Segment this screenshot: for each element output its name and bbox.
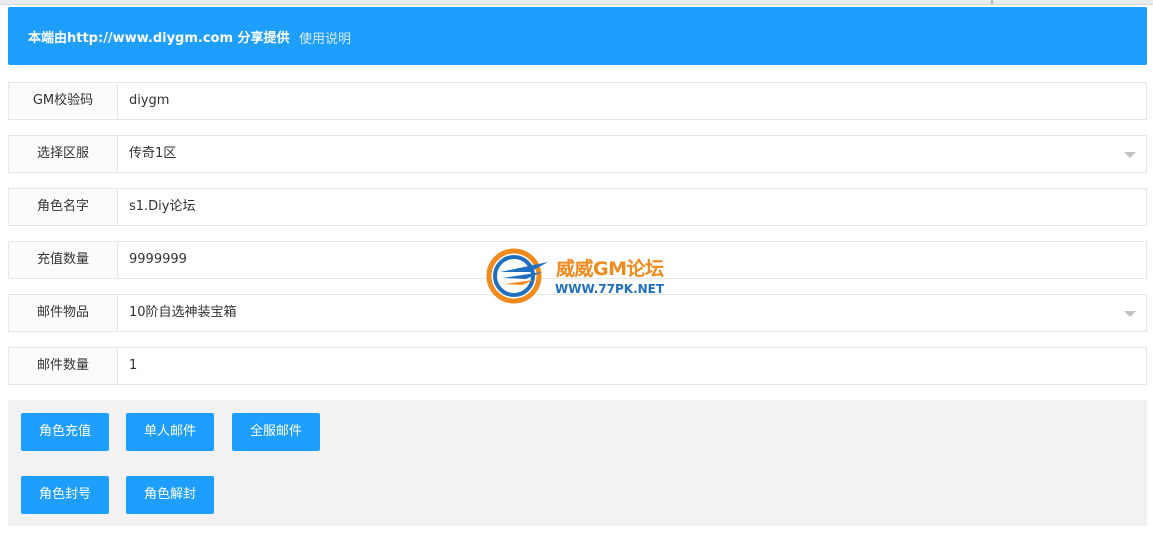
server-label: 选择区服	[9, 136, 118, 172]
chevron-down-icon[interactable]	[1124, 311, 1136, 317]
form-row-gm-code: GM校验码 diygm	[8, 82, 1147, 120]
all-mail-button[interactable]: 全服邮件	[232, 413, 321, 451]
gm-code-input[interactable]: diygm	[118, 83, 1146, 119]
server-select[interactable]: 传奇1区	[118, 136, 1146, 172]
chevron-down-icon[interactable]	[1124, 152, 1136, 158]
ban-role-button[interactable]: 角色封号	[21, 476, 110, 514]
mail-item-label: 邮件物品	[9, 295, 118, 331]
unban-role-button[interactable]: 角色解封	[126, 476, 215, 514]
page-header: 本端由http://www.diygm.com 分享提供 使用说明	[8, 7, 1147, 65]
mail-count-input[interactable]: 1	[118, 348, 1146, 384]
form-row-role-name: 角色名字 s1.Diy论坛	[8, 188, 1147, 226]
scroll-indicator	[991, 0, 993, 4]
form-row-mail-count: 邮件数量 1	[8, 347, 1147, 385]
role-name-input[interactable]: s1.Diy论坛	[118, 189, 1146, 225]
recharge-button[interactable]: 角色充值	[21, 413, 110, 451]
form-row-server: 选择区服 传奇1区	[8, 135, 1147, 173]
forum-watermark: 威威GM论坛 WWW.77PK.NET	[486, 248, 676, 304]
header-brand: 本端由http://www.diygm.com 分享提供	[28, 31, 290, 46]
gm-code-label: GM校验码	[9, 83, 118, 119]
watermark-title: 威威GM论坛	[556, 258, 664, 280]
recharge-amount-label: 充值数量	[9, 242, 118, 278]
browser-top-strip	[0, 0, 1153, 5]
action-panel: 角色充值 单人邮件 全服邮件 角色封号 角色解封	[8, 400, 1147, 526]
single-mail-button[interactable]: 单人邮件	[126, 413, 215, 451]
help-link[interactable]: 使用说明	[299, 28, 351, 47]
watermark-url: WWW.77PK.NET	[555, 282, 665, 296]
logo-icon	[486, 248, 548, 304]
mail-count-label: 邮件数量	[9, 348, 118, 384]
role-name-label: 角色名字	[9, 189, 118, 225]
